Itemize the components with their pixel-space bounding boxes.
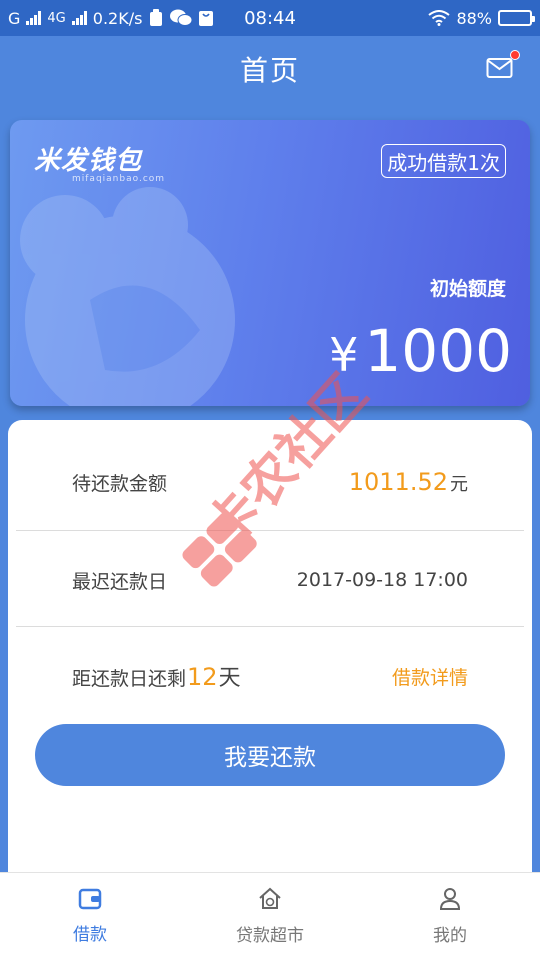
limit-value: 1000 [364, 317, 512, 385]
loan-detail-link[interactable]: 借款详情 [392, 663, 468, 690]
bottom-nav: 借款 贷款超市 我的 [0, 872, 540, 960]
currency-symbol: ¥ [329, 328, 359, 382]
mail-icon [486, 58, 513, 78]
credit-card: 米发钱包 mifaqianbao.com 成功借款1次 初始额度 ¥ 1000 [10, 120, 530, 406]
unread-dot [510, 50, 520, 60]
pending-value: 1011.52 [348, 468, 448, 496]
remain-days-value: 12 [187, 663, 218, 691]
pending-amount-row: 待还款金额 1011.52 元 [16, 434, 524, 530]
notification-app-icon [150, 9, 163, 26]
message-button[interactable] [486, 50, 520, 80]
status-left: G 4G 0.2K/s [8, 9, 214, 28]
tab-loan-market-label: 贷款超市 [236, 926, 304, 946]
repayment-panel: 待还款金额 1011.52 元 最迟还款日 2017-09-18 17:00 距… [8, 420, 532, 890]
tab-loan-label: 借款 [73, 925, 107, 945]
carrier-label: G [8, 8, 21, 28]
bag-icon [199, 11, 214, 26]
limit-label: 初始额度 [429, 278, 506, 300]
network-label: 4G [47, 10, 66, 26]
brand-name: 米发钱包 [34, 146, 143, 176]
brand-domain: mifaqianbao.com [72, 174, 166, 184]
page-title: 首页 [239, 54, 300, 87]
wechat-icon [170, 9, 193, 26]
user-icon [439, 888, 461, 910]
pending-unit: 元 [450, 474, 468, 495]
signal-icon-2 [71, 11, 87, 25]
repay-button[interactable]: 我要还款 [35, 724, 505, 786]
remaining-days: 距还款日还剩 12 天 [72, 660, 241, 692]
due-label: 最迟还款日 [72, 570, 168, 593]
battery-percent: 88% [456, 8, 492, 28]
divider [16, 626, 524, 627]
status-time: 08:44 [244, 7, 296, 29]
loan-count-badge: 成功借款1次 [381, 144, 506, 178]
battery-icon [498, 10, 535, 26]
tab-mine-label: 我的 [433, 926, 467, 946]
network-speed: 0.2K/s [92, 8, 143, 28]
pending-label: 待还款金额 [72, 472, 168, 495]
signal-icon [26, 11, 42, 25]
remaining-days-row: 距还款日还剩 12 天 借款详情 [16, 628, 524, 724]
wifi-icon [428, 10, 451, 26]
due-date-row: 最迟还款日 2017-09-18 17:00 [16, 532, 524, 628]
store-icon [259, 887, 281, 909]
tab-loan-market[interactable]: 贷款超市 [180, 873, 360, 960]
due-date: 2017-09-18 17:00 [296, 569, 468, 591]
tab-loan[interactable]: 借款 [0, 873, 180, 960]
pending-amount: 1011.52 元 [349, 468, 468, 496]
limit-amount: ¥ 1000 [329, 316, 512, 390]
status-right: 88% [428, 8, 535, 28]
wallet-icon [78, 888, 102, 910]
divider [16, 530, 524, 531]
remain-suffix: 天 [218, 666, 241, 691]
remain-prefix: 距还款日还剩 [72, 668, 187, 690]
tab-mine[interactable]: 我的 [360, 873, 540, 960]
app-header: 首页 [0, 36, 540, 102]
brand-logo-watermark-icon [20, 187, 235, 406]
status-bar: G 4G 0.2K/s 08:44 88% [0, 0, 540, 36]
